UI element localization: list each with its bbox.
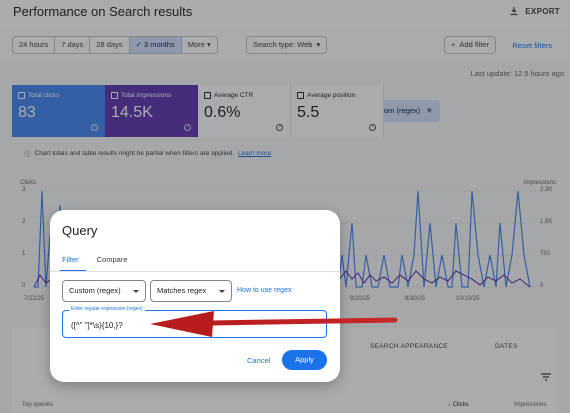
tab-filter[interactable]: Filter [62, 255, 79, 264]
condition-select[interactable]: Matches regex [150, 280, 232, 302]
apply-button[interactable]: Apply [282, 350, 327, 370]
dropdown-caret-icon [219, 289, 225, 293]
dialog-tabs: Filter Compare [62, 255, 128, 264]
regex-help-link[interactable]: How to use regex [237, 287, 291, 294]
match-type-value: Custom (regex) [69, 286, 121, 295]
dialog-title: Query [62, 223, 98, 238]
regex-input-value: ([^" "]*\s){10,}? [71, 321, 123, 330]
tab-compare[interactable]: Compare [97, 255, 128, 264]
condition-value: Matches regex [157, 286, 207, 295]
regex-input[interactable]: Enter regular expression (regex) ([^" "]… [62, 306, 327, 338]
cancel-button[interactable]: Cancel [247, 356, 270, 365]
query-filter-dialog: Query Filter Compare Custom (regex) Matc… [50, 210, 340, 382]
dropdown-caret-icon [133, 289, 139, 293]
regex-input-label: Enter regular expression (regex) [69, 306, 145, 312]
divider [50, 271, 340, 272]
match-type-select[interactable]: Custom (regex) [62, 280, 146, 302]
